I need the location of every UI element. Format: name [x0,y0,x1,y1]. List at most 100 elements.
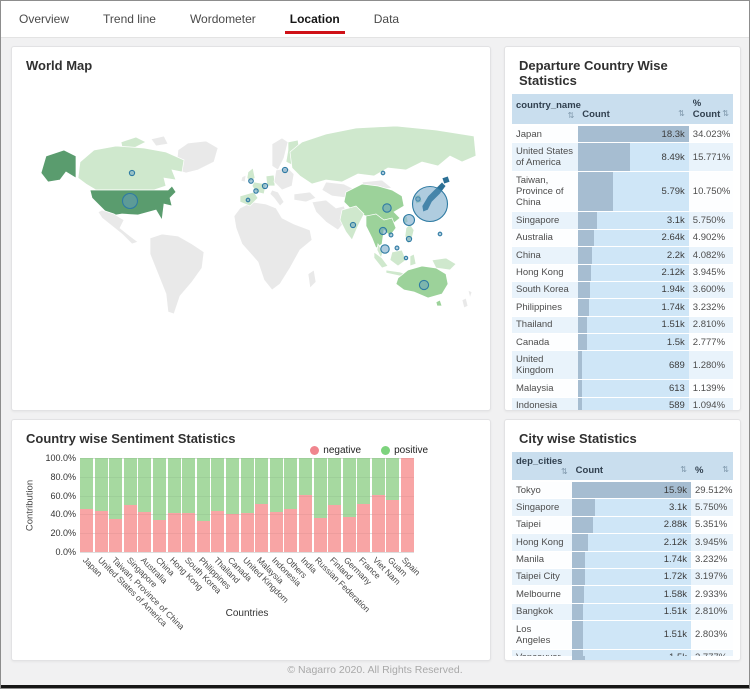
map-bubble-russia[interactable] [380,170,386,176]
country-turkey [293,191,317,203]
stacked-bar-thailand [211,458,225,552]
positive-segment [255,458,269,504]
map-bubble-guam[interactable] [437,231,443,237]
dashboard-content: World Map Departure Country Wise Statist… [1,38,749,661]
sort-icon[interactable]: ⇅ [722,109,729,118]
cell-percent: 3.945% [688,264,733,282]
map-bubble-philippines[interactable] [405,235,413,243]
map-bubble-spain[interactable] [245,197,251,203]
country-canada-arctic2 [150,135,169,147]
tab-wordometer[interactable]: Wordometer [188,1,258,37]
country-new-zealand [461,297,469,309]
positive-segment [269,458,283,512]
table-row: Manila 1.74k 3.232% [512,551,733,569]
legend-item-negative[interactable]: negative [310,445,361,456]
tab-overview[interactable]: Overview [17,1,71,37]
table-row: Japan 18.3k 34.023% [512,125,733,144]
cell-percent: 3.600% [688,281,733,300]
sort-icon[interactable]: ⇅ [561,467,568,476]
cell-name: Tokyo [512,481,572,500]
map-bubble-singapore[interactable] [380,244,390,254]
country-new-zealand-north [467,289,473,300]
stacked-bar-united-kingdom [240,458,254,552]
cell-name: Indonesia [512,397,579,410]
sort-icon[interactable]: ⇅ [678,109,685,118]
stacked-bar-india [298,458,312,552]
stacked-bar-canada [225,458,239,552]
negative-segment [313,518,327,552]
map-bubble-canada[interactable] [128,169,136,177]
cell-percent: 1.280% [688,350,733,381]
stacked-bar-malaysia [255,458,269,552]
cell-percent: 29.512% [691,481,733,500]
map-bubble-united-kingdom[interactable] [248,178,254,184]
legend-label: positive [394,445,428,456]
negative-segment [152,519,166,552]
y-tick-label: 60.0% [50,490,76,501]
country-madagascar [307,269,317,289]
cell-name: Singapore [512,498,572,517]
table-row: Bangkok 1.51k 2.810% [512,603,733,622]
map-bubble-japan[interactable] [411,185,449,223]
count-value: 1.74k [663,554,687,566]
country-tasmania [435,299,443,307]
map-bubble-australia[interactable] [418,279,430,291]
cell-percent: 2.810% [688,316,733,335]
positive-segment [357,458,371,505]
column-header: Count ⇅ [571,452,691,482]
sort-icon[interactable]: ⇅ [680,465,687,474]
map-bubble-india[interactable] [349,221,357,229]
positive-segment [211,458,225,511]
cell-count: 689 [578,350,689,381]
country-borneo [389,249,407,267]
sort-icon[interactable]: ⇅ [722,465,729,474]
map-bubble-united-states[interactable] [121,192,139,210]
map-bubble-taiwan[interactable] [402,213,416,227]
cell-count: 2.64k [578,229,689,248]
tab-trend-line[interactable]: Trend line [101,1,158,37]
legend-item-positive[interactable]: positive [381,445,428,456]
cell-count: 2.88k [571,516,691,535]
count-value: 5.79k [661,186,685,198]
table-row: Canada 1.5k 2.777% [512,333,733,352]
stacked-bar-china [152,458,166,552]
table-row: Thailand 1.51k 2.810% [512,316,733,335]
map-bubble-malaysia[interactable] [394,245,400,251]
panel-title: World Map [26,58,93,73]
table-row: Taipei 2.88k 5.351% [512,516,733,535]
city-stats-panel: City wise Statistics dep_cities ⇅ Count ⇅% ⇅… [504,419,741,661]
tab-bar: Overview Trend line Wordometer Location Data [1,1,749,38]
tab-location[interactable]: Location [284,1,345,37]
negative-segment [109,518,123,552]
count-value: 2.2k [666,249,685,261]
stacked-bar-guam [386,458,400,552]
cell-name: Taipei [512,516,572,535]
column-header: country_name ⇅ [512,94,581,126]
positive-segment [386,458,400,500]
map-bubble-china[interactable] [382,203,392,213]
map-bubble-thailand[interactable] [388,232,394,238]
cell-count: 1.74k [571,551,691,569]
map-bubble-indonesia[interactable] [403,255,409,261]
positive-segment [284,458,298,510]
cell-count: 613 [578,379,689,398]
plot-area [80,458,415,553]
stacked-bar-viet-nam [371,458,385,552]
tab-data[interactable]: Data [372,1,401,37]
map-bubble-finland[interactable] [281,166,289,174]
map-bubble-france[interactable] [253,188,259,194]
world-map-panel: World Map [11,46,491,411]
y-tick-label: 100.0% [45,453,76,463]
cell-percent: 4.082% [688,246,733,265]
count-value: 3.1k [669,501,687,513]
cell-count: 2.12k [578,264,689,282]
map-bubble-germany[interactable] [261,182,269,190]
map-bubble-hong-kong[interactable] [378,226,388,236]
cell-percent: 1.094% [688,397,733,410]
cell-count: 1.94k [578,281,689,300]
clipped-next-row [512,656,733,660]
negative-segment [255,503,269,552]
table-row: Singapore 3.1k 5.750% [512,211,733,230]
negative-segment [328,505,342,552]
sort-icon[interactable]: ⇅ [568,111,575,120]
